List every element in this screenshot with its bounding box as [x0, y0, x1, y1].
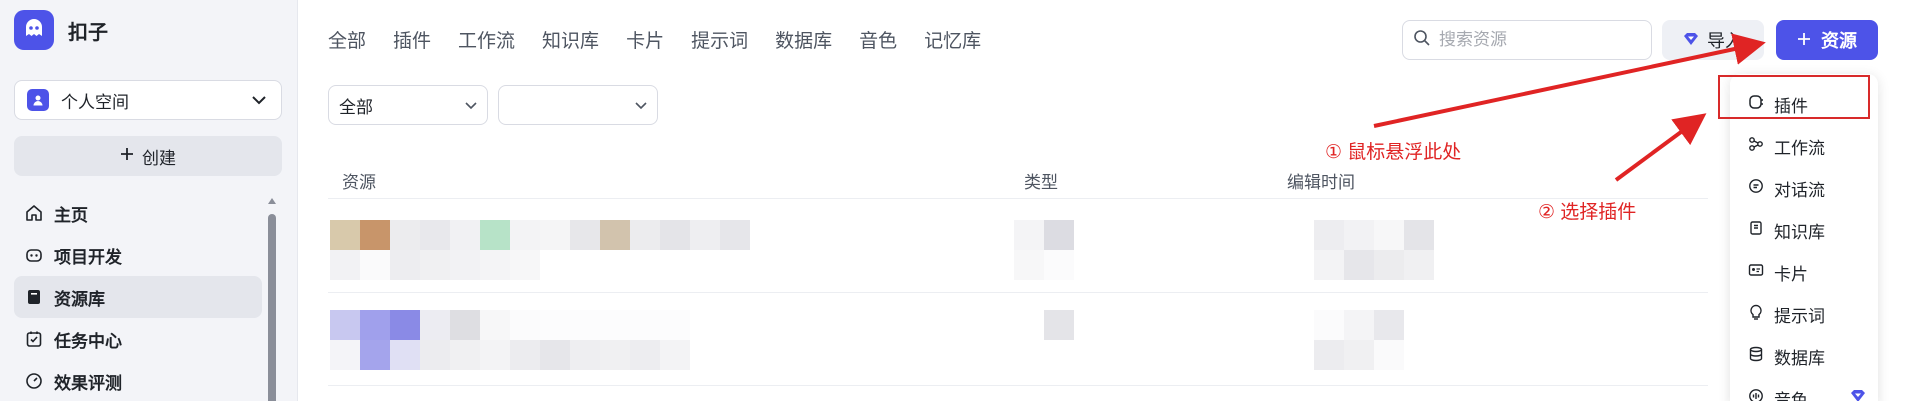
column-header-edit-time: 编辑时间	[1287, 173, 1355, 192]
space-name: 个人空间	[61, 92, 129, 112]
tab-plugin[interactable]: 插件	[393, 26, 431, 53]
add-resource-menu: 插件 工作流 对话流 知识库 卡片 提示词 数据库 音色	[1730, 74, 1878, 401]
brand[interactable]: 扣子	[14, 10, 108, 50]
menu-item-label: 提示词	[1774, 306, 1825, 326]
highlight-box	[1718, 75, 1870, 119]
menu-item-label: 对话流	[1774, 180, 1825, 200]
import-label: 导入	[1707, 31, 1743, 51]
resource-tabs: 全部 插件 工作流 知识库 卡片 提示词 数据库 音色 记忆库	[328, 26, 981, 53]
app-logo-icon	[14, 10, 54, 50]
menu-item-label: 数据库	[1774, 348, 1825, 368]
task-icon	[24, 329, 44, 349]
menu-item-card[interactable]: 卡片	[1740, 251, 1868, 293]
user-icon	[27, 89, 49, 111]
add-resource-label: 资源	[1821, 31, 1857, 51]
menu-item-label: 卡片	[1774, 264, 1808, 284]
sidebar-item-label: 资源库	[54, 289, 105, 309]
sidebar-item-label: 主页	[54, 205, 88, 225]
menu-item-label: 工作流	[1774, 138, 1825, 158]
annotation-step2: ② 选择插件	[1538, 202, 1637, 223]
premium-badge-icon	[1850, 388, 1866, 401]
column-header-type: 类型	[1024, 173, 1058, 192]
chatflow-icon	[1748, 178, 1764, 199]
row-type-cell	[1014, 220, 1074, 280]
menu-item-label: 知识库	[1774, 222, 1825, 242]
gauge-icon	[24, 371, 44, 391]
knowledge-icon	[1748, 220, 1764, 241]
row-time-cell	[1314, 310, 1404, 370]
menu-item-knowledge[interactable]: 知识库	[1740, 209, 1868, 251]
sidebar-nav: 主页 项目开发 资源库 任务中心 效果评测	[14, 192, 262, 401]
scroll-up-arrow-icon[interactable]	[268, 198, 276, 204]
sidebar-item-home[interactable]: 主页	[14, 192, 262, 234]
sidebar-item-tasks[interactable]: 任务中心	[14, 318, 262, 360]
import-button[interactable]: 导入	[1662, 20, 1764, 60]
robot-icon	[24, 245, 44, 265]
table-row[interactable]	[330, 220, 750, 280]
create-button[interactable]: 创建	[14, 136, 282, 176]
search-icon	[1413, 29, 1431, 52]
chevron-down-icon	[635, 95, 647, 115]
sidebar: 扣子 个人空间 创建 主页 项目开发 资源库 任务中心 效果评测	[0, 0, 298, 401]
voice-icon	[1748, 388, 1764, 401]
menu-item-label: 音色	[1774, 390, 1808, 401]
sidebar-item-label: 任务中心	[54, 331, 122, 351]
workflow-icon	[1748, 136, 1764, 157]
secondary-filter-select[interactable]	[498, 85, 658, 125]
chevron-down-icon	[249, 90, 269, 110]
menu-item-chatflow[interactable]: 对话流	[1740, 167, 1868, 209]
app-name: 扣子	[68, 21, 108, 44]
tab-prompt[interactable]: 提示词	[691, 26, 748, 53]
sidebar-item-projects[interactable]: 项目开发	[14, 234, 262, 276]
prompt-icon	[1748, 304, 1764, 325]
annotation-step1: ① 鼠标悬浮此处	[1325, 142, 1462, 163]
sidebar-item-label: 效果评测	[54, 373, 122, 393]
tab-all[interactable]: 全部	[328, 26, 366, 53]
tab-card[interactable]: 卡片	[626, 26, 664, 53]
row-divider	[328, 385, 1708, 386]
tab-workflow[interactable]: 工作流	[458, 26, 515, 53]
row-divider	[328, 292, 1708, 293]
tab-knowledge[interactable]: 知识库	[542, 26, 599, 53]
plus-icon	[120, 146, 134, 166]
sidebar-item-evaluation[interactable]: 效果评测	[14, 360, 262, 401]
diamond-icon	[1683, 30, 1699, 51]
arrow-to-plugin-item	[1614, 113, 1707, 182]
add-resource-button[interactable]: 资源	[1776, 20, 1878, 60]
column-header-resource: 资源	[342, 173, 376, 192]
menu-item-prompt[interactable]: 提示词	[1740, 293, 1868, 335]
home-icon	[24, 203, 44, 223]
chevron-down-icon	[465, 95, 477, 115]
scroll-thumb[interactable]	[268, 214, 276, 401]
table-row[interactable]	[330, 310, 690, 370]
row-time-cell	[1314, 220, 1434, 280]
space-selector[interactable]: 个人空间	[14, 80, 282, 120]
tab-memory[interactable]: 记忆库	[924, 26, 981, 53]
tab-voice[interactable]: 音色	[859, 26, 897, 53]
header-divider	[328, 198, 1708, 199]
sidebar-item-label: 项目开发	[54, 247, 122, 267]
database-icon	[1748, 346, 1764, 367]
create-label: 创建	[142, 148, 176, 168]
type-filter-select[interactable]: 全部	[328, 85, 488, 125]
search-box	[1402, 20, 1660, 60]
library-icon	[24, 287, 44, 307]
menu-item-voice[interactable]: 音色	[1740, 377, 1868, 401]
menu-item-database[interactable]: 数据库	[1740, 335, 1868, 377]
row-type-cell	[1044, 310, 1074, 340]
plus-icon	[1797, 30, 1811, 51]
card-icon	[1748, 262, 1764, 283]
sidebar-scrollbar[interactable]	[268, 198, 276, 401]
tab-database[interactable]: 数据库	[775, 26, 832, 53]
sidebar-item-library[interactable]: 资源库	[14, 276, 262, 318]
menu-item-workflow[interactable]: 工作流	[1740, 125, 1868, 167]
type-filter-value: 全部	[339, 97, 373, 117]
search-input[interactable]	[1439, 30, 1660, 50]
